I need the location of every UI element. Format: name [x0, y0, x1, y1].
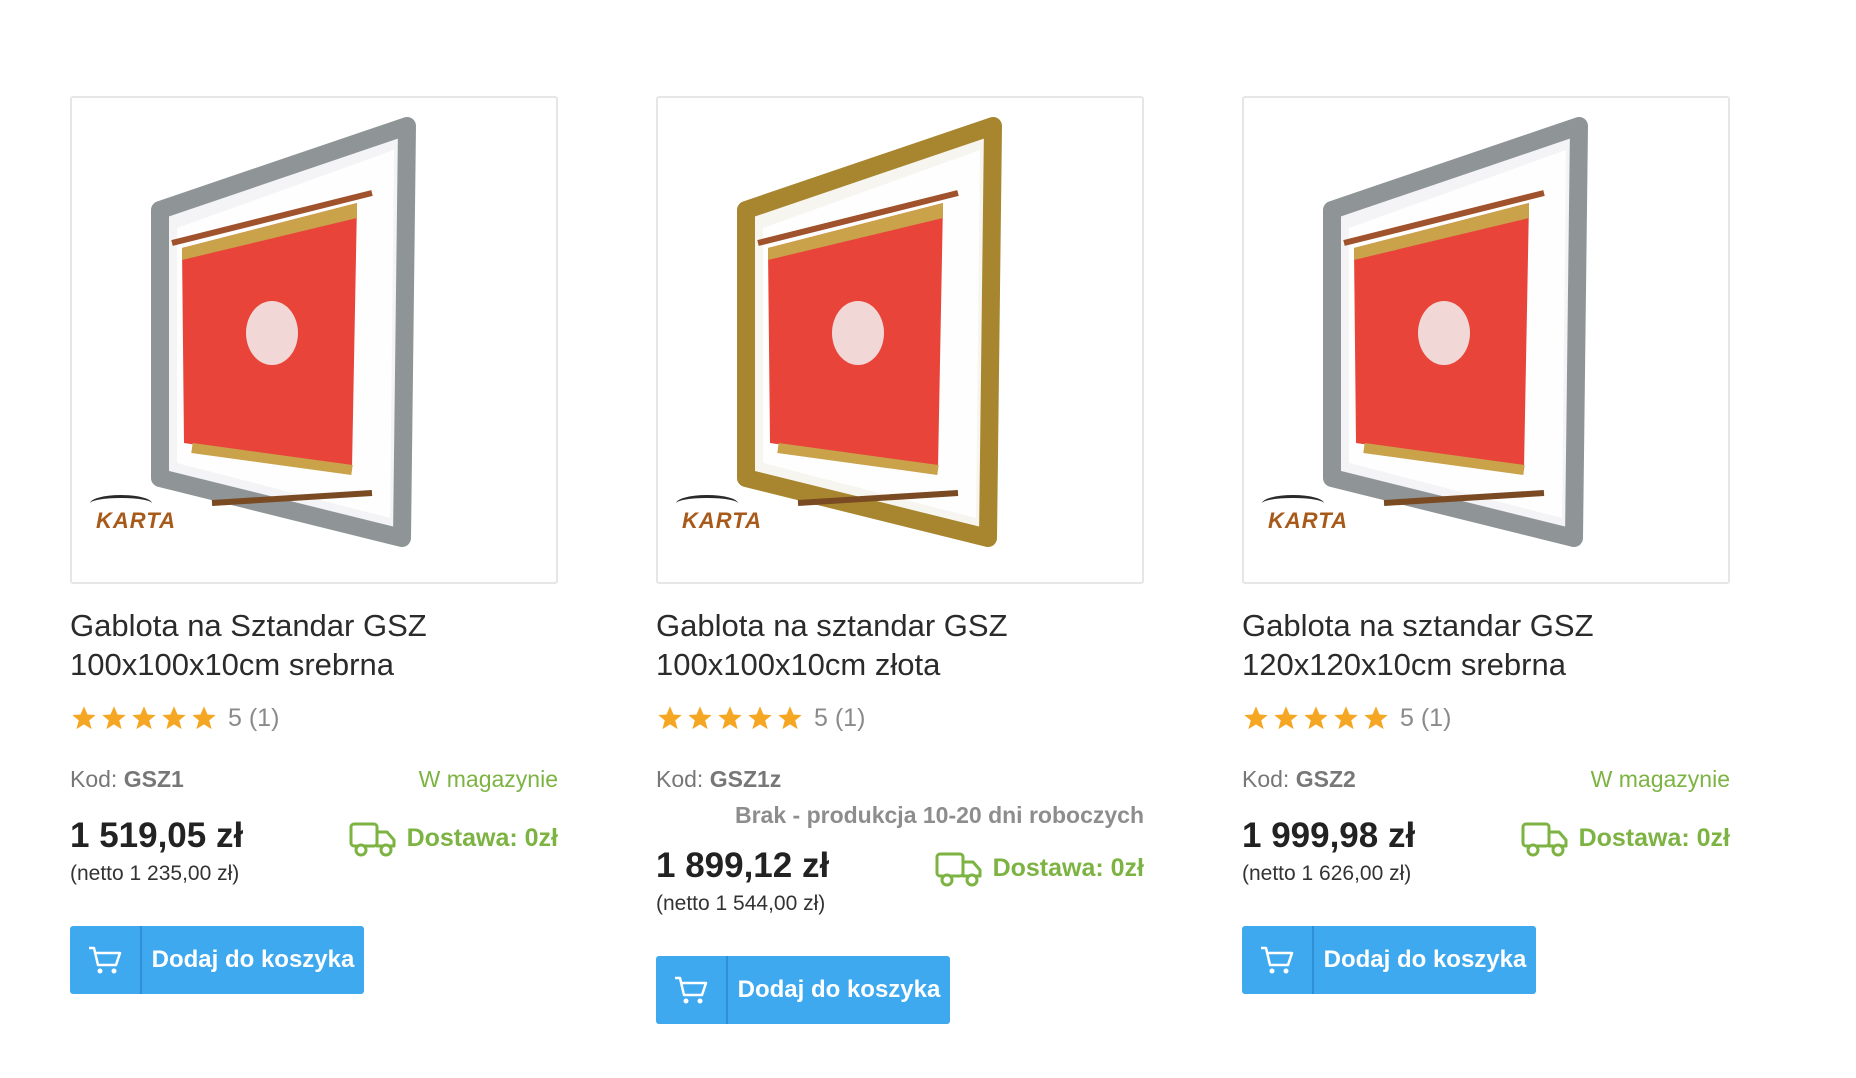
delivery-info: Dostawa: 0zł [935, 848, 1144, 888]
add-to-cart-button[interactable]: Dodaj do koszyka [656, 956, 950, 1024]
star-icon [778, 706, 802, 730]
price-row: 1 519,05 zł (netto 1 235,00 zł) Dostawa:… [70, 816, 558, 886]
add-to-cart-button[interactable]: Dodaj do koszyka [1242, 926, 1536, 994]
star-icon [748, 706, 772, 730]
product-grid: KARTA Gablota na Sztandar GSZ 100x100x10… [0, 0, 1856, 1078]
price-row: 1 899,12 zł (netto 1 544,00 zł) Dostawa:… [656, 846, 1144, 916]
add-to-cart-label: Dodaj do koszyka [151, 946, 355, 973]
star-icon [718, 706, 742, 730]
meta-row: Kod: GSZ1z [656, 764, 1144, 794]
star-rating [656, 704, 804, 732]
product-image[interactable]: KARTA [1242, 96, 1730, 584]
netto-price: (netto 1 626,00 zł) [1242, 862, 1412, 885]
price: 1 999,98 zł [1242, 816, 1416, 855]
product-title[interactable]: Gablota na Sztandar GSZ 100x100x10cm sre… [70, 606, 558, 684]
star-icon [162, 706, 186, 730]
delivery-info: Dostawa: 0zł [349, 818, 558, 858]
product-card: KARTA Gablota na sztandar GSZ 120x120x10… [1242, 96, 1730, 994]
product-code: Kod: GSZ1z [656, 765, 782, 792]
meta-row: Kod: GSZ2 W magazynie [1242, 764, 1730, 794]
rating-count[interactable]: 5 (1) [1400, 704, 1451, 733]
price: 1 899,12 zł [656, 846, 830, 885]
star-icon [132, 706, 156, 730]
truck-icon [1521, 822, 1568, 857]
star-icon [1244, 706, 1268, 730]
add-to-cart-label: Dodaj do koszyka [737, 976, 941, 1003]
star-icon [658, 706, 682, 730]
product-title[interactable]: Gablota na sztandar GSZ 120x120x10cm sre… [1242, 606, 1730, 684]
add-to-cart-label: Dodaj do koszyka [1323, 946, 1527, 973]
product-image[interactable]: KARTA [70, 96, 558, 584]
meta-row: Kod: GSZ1 W magazynie [70, 764, 558, 794]
star-icon [1274, 706, 1298, 730]
delivery-label: Dostawa: 0zł [992, 853, 1144, 882]
netto-price: (netto 1 544,00 zł) [656, 892, 826, 915]
stock-status: W magazynie [1590, 765, 1730, 792]
karta-logo: KARTA [682, 508, 762, 533]
cart-icon [70, 926, 142, 994]
rating: 5 (1) [656, 702, 1144, 734]
price-row: 1 999,98 zł (netto 1 626,00 zł) Dostawa:… [1242, 816, 1730, 886]
star-icon [192, 706, 216, 730]
netto-price: (netto 1 235,00 zł) [70, 862, 240, 885]
product-image[interactable]: KARTA [656, 96, 1144, 584]
cart-icon [1242, 926, 1314, 994]
cart-icon [656, 956, 728, 1024]
stock-status: W magazynie [418, 765, 558, 792]
product-title[interactable]: Gablota na sztandar GSZ 100x100x10cm zło… [656, 606, 1144, 684]
karta-logo: KARTA [1268, 508, 1348, 533]
rating: 5 (1) [70, 702, 558, 734]
product-card: KARTA Gablota na Sztandar GSZ 100x100x10… [70, 96, 558, 994]
karta-logo: KARTA [96, 508, 176, 533]
truck-icon [349, 822, 396, 857]
truck-icon [935, 852, 982, 887]
star-icon [102, 706, 126, 730]
product-code: Kod: GSZ1 [70, 765, 184, 792]
rating-count[interactable]: 5 (1) [814, 704, 865, 733]
delivery-label: Dostawa: 0zł [406, 823, 558, 852]
rating: 5 (1) [1242, 702, 1730, 734]
add-to-cart-button[interactable]: Dodaj do koszyka [70, 926, 364, 994]
rating-count[interactable]: 5 (1) [228, 704, 279, 733]
product-code: Kod: GSZ2 [1242, 765, 1356, 792]
delivery-label: Dostawa: 0zł [1578, 823, 1730, 852]
star-icon [1304, 706, 1328, 730]
star-icon [688, 706, 712, 730]
star-icon [1364, 706, 1388, 730]
star-icon [1334, 706, 1358, 730]
product-card: KARTA Gablota na sztandar GSZ 100x100x10… [656, 96, 1144, 1024]
delivery-info: Dostawa: 0zł [1521, 818, 1730, 858]
star-icon [72, 706, 96, 730]
star-rating [70, 704, 218, 732]
availability-note: Brak - produkcja 10-20 dni roboczych [734, 802, 1144, 828]
price: 1 519,05 zł [70, 816, 244, 855]
star-rating [1242, 704, 1390, 732]
